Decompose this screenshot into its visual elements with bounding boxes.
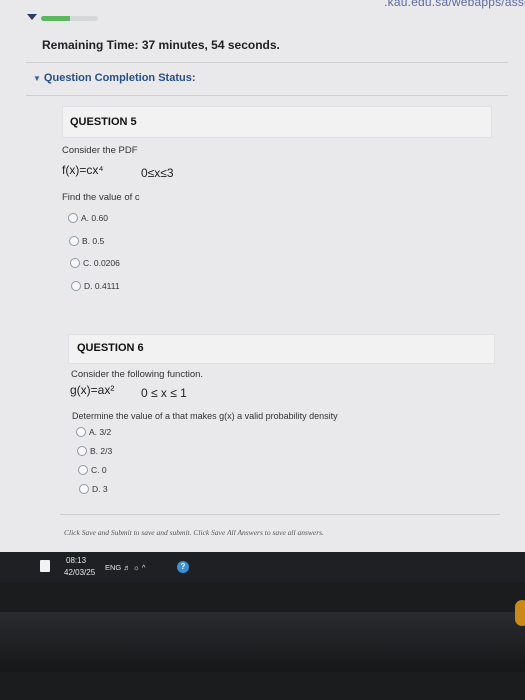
question-6-prompt: Consider the following function. xyxy=(71,369,204,380)
radio-button[interactable] xyxy=(71,281,81,291)
bezel-button xyxy=(515,600,525,626)
question-6-option-d[interactable]: D. 3 xyxy=(79,484,108,494)
radio-button[interactable] xyxy=(68,213,78,223)
collapse-triangle-icon[interactable] xyxy=(27,14,37,20)
remaining-time: Remaining Time: 37 minutes, 54 seconds. xyxy=(42,38,280,52)
question-6-ask: Determine the value of a that makes g(x)… xyxy=(72,411,338,421)
chevron-down-icon: ▼ xyxy=(33,74,41,83)
question-5-title: QUESTION 5 xyxy=(70,116,137,128)
option-label: D. 3 xyxy=(92,484,108,494)
question-5-domain: 0≤x≤3 xyxy=(141,166,174,180)
option-label: C. 0.0206 xyxy=(83,258,120,268)
browser-screen: .kau.edu.sa/webapps/asse Remaining Time:… xyxy=(0,0,525,552)
divider xyxy=(26,62,508,63)
network-icon[interactable]: ☼ xyxy=(133,563,140,572)
question-5-option-d[interactable]: D. 0.4111 xyxy=(71,281,120,291)
completion-status-label: Question Completion Status: xyxy=(43,72,196,84)
url-bar-fragment[interactable]: .kau.edu.sa/webapps/asse xyxy=(384,0,525,9)
radio-button[interactable] xyxy=(70,258,80,268)
volume-icon[interactable]: ♬ xyxy=(123,563,131,572)
laptop-bezel xyxy=(0,612,525,672)
radio-button[interactable] xyxy=(76,427,86,437)
radio-button[interactable] xyxy=(78,465,88,475)
question-6-option-b[interactable]: B. 2/3 xyxy=(77,446,112,456)
option-label: B. 2/3 xyxy=(90,446,113,456)
language-indicator[interactable]: ENG xyxy=(105,563,121,572)
option-label: A. 3/2 xyxy=(89,427,112,437)
system-tray[interactable]: ENG ♬ ☼ ^ xyxy=(105,563,145,572)
progress-bar xyxy=(41,16,98,21)
progress-fill xyxy=(41,16,70,21)
radio-button[interactable] xyxy=(79,484,89,494)
help-icon[interactable]: ? xyxy=(177,561,189,573)
radio-button[interactable] xyxy=(69,236,79,246)
option-label: A. 0.60 xyxy=(81,213,108,223)
question-6-function: g(x)=ax² xyxy=(70,383,115,397)
completion-status-toggle[interactable]: ▼ Question Completion Status: xyxy=(33,72,195,84)
divider xyxy=(26,95,508,96)
question-5-function: f(x)=cx⁴ xyxy=(62,163,104,177)
clock-time[interactable]: 08:13 xyxy=(66,556,86,565)
question-5-prompt: Consider the PDF xyxy=(62,145,138,156)
question-5-option-b[interactable]: B. 0.5 xyxy=(69,236,104,246)
option-label: C. 0 xyxy=(91,465,107,475)
option-label: D. 0.4111 xyxy=(84,281,120,291)
question-5-ask: Find the value of c xyxy=(62,192,140,203)
remaining-value: 37 minutes, 54 seconds. xyxy=(141,38,280,52)
taskbar: 08:13 42/03/25 ENG ♬ ☼ ^ ? xyxy=(0,552,525,582)
tray-arrow-icon[interactable]: ^ xyxy=(142,563,146,572)
save-submit-note: Click Save and Submit to save and submit… xyxy=(64,528,324,537)
question-5-option-c[interactable]: C. 0.0206 xyxy=(70,258,120,268)
question-5-option-a[interactable]: A. 0.60 xyxy=(68,213,108,223)
question-6-option-a[interactable]: A. 3/2 xyxy=(76,427,111,437)
document-icon[interactable] xyxy=(40,560,50,572)
question-6-domain: 0 ≤ x ≤ 1 xyxy=(141,386,187,400)
option-label: B. 0.5 xyxy=(82,236,105,246)
remaining-label: Remaining Time: xyxy=(42,38,139,52)
clock-date[interactable]: 42/03/25 xyxy=(64,568,95,577)
divider xyxy=(60,514,500,515)
question-6-title: QUESTION 6 xyxy=(77,342,144,354)
radio-button[interactable] xyxy=(77,446,87,456)
question-6-option-c[interactable]: C. 0 xyxy=(78,465,107,475)
